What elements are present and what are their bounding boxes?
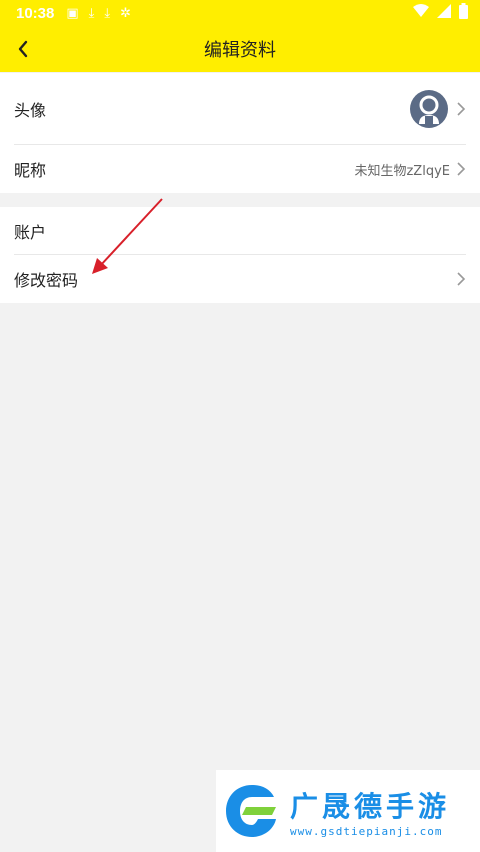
battery-icon	[459, 3, 468, 23]
app-icon: ✲	[120, 5, 132, 21]
nickname-label: 昵称	[14, 161, 47, 180]
avatar-icon	[419, 95, 439, 124]
image-icon: ▣	[66, 5, 79, 21]
chevron-right-icon	[457, 102, 466, 116]
avatar-label: 头像	[14, 101, 47, 120]
chevron-right-icon	[457, 162, 466, 176]
watermark: 广晟德手游 www.gsdtiepianji.com	[216, 770, 480, 852]
status-bar: 10:38 ▣ ⤓ ⤓ ✲	[0, 0, 480, 26]
account-label: 账户	[14, 223, 47, 242]
chevron-left-icon	[18, 40, 28, 58]
wifi-icon	[413, 4, 429, 22]
download-icon: ⤓	[88, 5, 95, 21]
signal-icon	[437, 4, 451, 22]
nickname-value: 未知生物zZlqyE	[354, 163, 450, 179]
page-title: 编辑资料	[204, 40, 276, 61]
profile-section: 头像 昵称 未知生物zZlqyE	[0, 73, 480, 193]
nickname-row[interactable]: 昵称 未知生物zZlqyE	[0, 145, 480, 193]
avatar[interactable]	[410, 90, 448, 128]
avatar-row[interactable]: 头像	[0, 73, 480, 145]
watermark-url: www.gsdtiepianji.com	[290, 824, 443, 838]
account-row: 账户	[0, 207, 480, 255]
change-password-row[interactable]: 修改密码	[0, 255, 480, 303]
app-bar: 编辑资料	[0, 26, 480, 72]
watermark-logo-icon	[226, 785, 276, 837]
chevron-right-icon	[457, 272, 466, 286]
status-time: 10:38	[16, 4, 55, 22]
watermark-title: 广晟德手游	[290, 789, 451, 823]
download-icon: ⤓	[104, 5, 111, 21]
change-password-label: 修改密码	[14, 271, 79, 290]
account-section: 账户 修改密码	[0, 207, 480, 303]
back-button[interactable]	[8, 34, 38, 64]
